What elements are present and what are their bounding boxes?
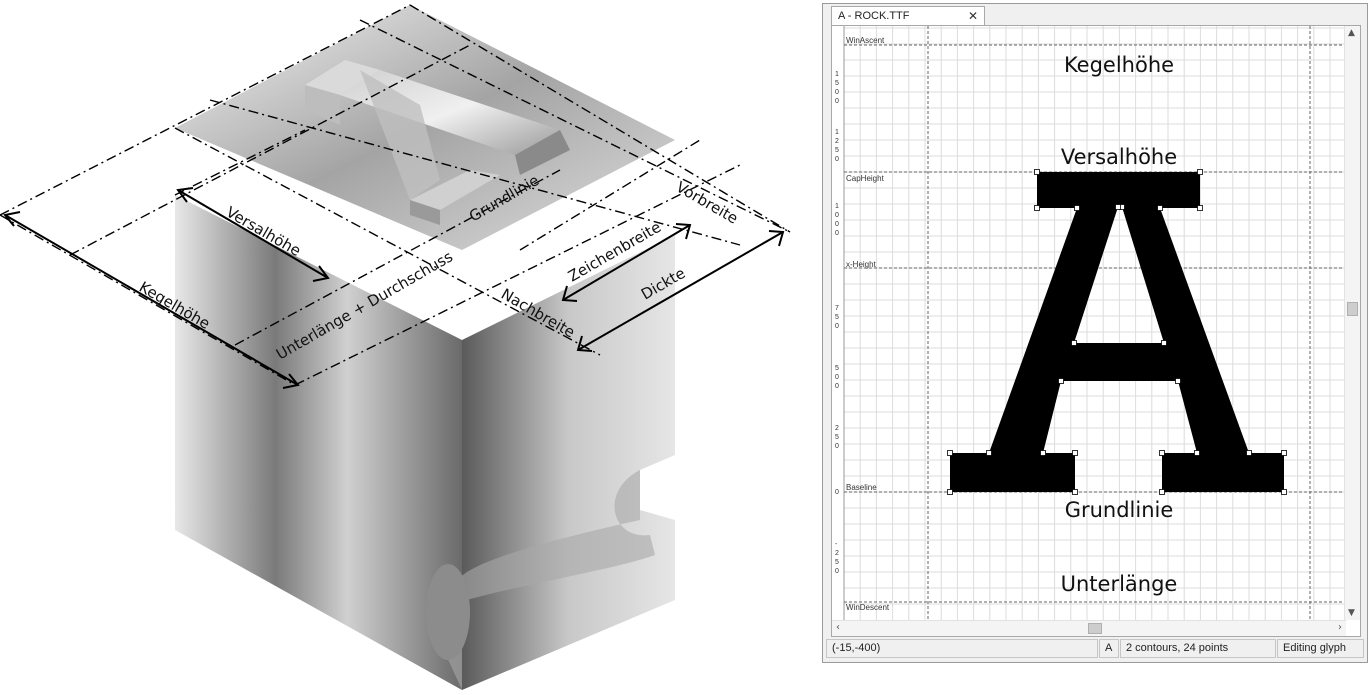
guide-label-win-descent: WinDescent (846, 603, 890, 612)
control-point[interactable] (1072, 489, 1078, 495)
control-point[interactable] (986, 450, 992, 456)
ruler-label-char: 5 (835, 147, 839, 154)
guide-label-cap-height: CapHeight (846, 174, 885, 183)
ruler-label-char: 5 (835, 80, 839, 87)
vertical-scrollbar[interactable]: ▲ ▼ (1344, 26, 1360, 620)
control-point[interactable] (1034, 169, 1040, 175)
overlay-versalhoehe: Versalhöhe (1061, 145, 1177, 169)
control-point[interactable] (947, 489, 953, 495)
ruler-label-char: 7 (835, 305, 839, 312)
ruler-label-char: 5 (835, 559, 839, 566)
control-point[interactable] (1175, 378, 1181, 384)
control-point[interactable] (1159, 450, 1165, 456)
horizontal-scrollbar[interactable]: ‹ › (832, 620, 1346, 636)
ruler-label-char: 0 (835, 323, 839, 330)
horizontal-scroll-thumb[interactable] (1088, 623, 1102, 634)
ruler-label-char: 1 (835, 129, 839, 136)
scroll-left-icon[interactable]: ‹ (836, 622, 840, 633)
ruler-label-char: 2 (835, 425, 839, 432)
grid-lines (843, 26, 1346, 620)
control-point[interactable] (1071, 340, 1077, 346)
overlay-unterlaenge: Unterlänge (1061, 572, 1178, 596)
control-point[interactable] (1197, 205, 1203, 211)
ruler-label-char: 2 (835, 550, 839, 557)
type-body-right-face (462, 235, 675, 690)
ruler-label-char: 0 (835, 443, 839, 450)
type-nick-curve (426, 564, 470, 660)
label-vorbreite: Vorbreite (673, 178, 741, 228)
ruler-label-char: 0 (835, 568, 839, 575)
tab-rock-ttf[interactable]: A - ROCK.TTF ✕ (831, 6, 985, 25)
ruler-label-char: 0 (835, 221, 839, 228)
scroll-down-icon[interactable]: ▼ (1348, 608, 1355, 618)
status-bar: (-15,-400) A 2 contours, 24 points Editi… (826, 639, 1364, 659)
control-point[interactable] (1157, 205, 1163, 211)
ruler-label-char: 5 (835, 365, 839, 372)
glyph-canvas[interactable]: 1500125010007505002500-250 WinAscent Cap… (831, 25, 1361, 637)
ruler-label-char: 0 (835, 374, 839, 381)
control-point[interactable] (1072, 450, 1078, 456)
ruler-label-char: 2 (835, 138, 839, 145)
overlay-kegelhoehe: Kegelhöhe (1064, 53, 1174, 77)
ruler-label-char: 1 (835, 71, 839, 78)
ruler-label-char: 0 (835, 156, 839, 163)
control-point[interactable] (1159, 489, 1165, 495)
control-point[interactable] (1281, 450, 1287, 456)
close-icon[interactable]: ✕ (968, 7, 978, 25)
control-point[interactable] (1040, 450, 1046, 456)
control-point[interactable] (1246, 450, 1252, 456)
guide-labels: WinAscent CapHeight x-Height Baseline Wi… (846, 36, 890, 612)
overlay-grundlinie: Grundlinie (1065, 498, 1174, 522)
ruler-label-char: 0 (835, 89, 839, 96)
status-coordinates: (-15,-400) (826, 639, 1098, 658)
status-mode: Editing glyph (1277, 639, 1364, 658)
ruler-label-char: 0 (835, 383, 839, 390)
ruler-label-char: 1 (835, 203, 839, 210)
control-point[interactable] (1281, 489, 1287, 495)
control-point[interactable] (1074, 205, 1080, 211)
control-point[interactable] (1058, 378, 1064, 384)
ruler-label-char: 5 (835, 314, 839, 321)
glyph-editor-window: A - ROCK.TTF ✕ 1500125010007505002500-25… (822, 3, 1368, 663)
metric-guides (844, 26, 1346, 620)
scroll-up-icon[interactable]: ▲ (1348, 28, 1355, 38)
scroll-right-icon[interactable]: › (1338, 622, 1342, 633)
status-glyph: A (1099, 639, 1119, 658)
vertical-scroll-thumb[interactable] (1347, 302, 1358, 316)
control-point[interactable] (1194, 450, 1200, 456)
ruler-label-char: 0 (835, 98, 839, 105)
tab-title: A - ROCK.TTF (838, 10, 910, 22)
guide-label-baseline: Baseline (846, 483, 877, 492)
ruler-label-char: 0 (835, 212, 839, 219)
glyph-canvas-svg: 1500125010007505002500-250 WinAscent Cap… (832, 26, 1346, 620)
metal-type-diagram: Kegelhöhe Versalhöhe Unterlänge + Durchs… (0, 4, 791, 690)
control-point[interactable] (947, 450, 953, 456)
guide-label-win-ascent: WinAscent (846, 36, 885, 45)
control-point[interactable] (1034, 205, 1040, 211)
ruler-label-char: 5 (835, 434, 839, 441)
status-contours: 2 contours, 24 points (1120, 639, 1276, 658)
ruler-label-char: 0 (835, 489, 839, 496)
control-point[interactable] (1197, 169, 1203, 175)
guide-label-x-height: x-Height (846, 260, 877, 269)
control-point[interactable] (1115, 204, 1121, 210)
control-point[interactable] (1161, 340, 1167, 346)
ruler-label-char: 0 (835, 230, 839, 237)
